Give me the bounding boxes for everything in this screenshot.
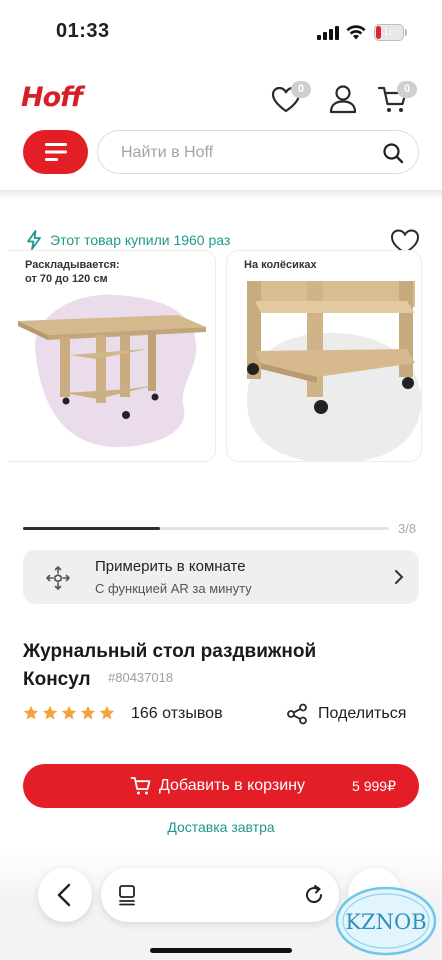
product-price: 5 999₽	[352, 778, 396, 794]
chevron-right-icon	[395, 570, 404, 584]
star-icon	[42, 705, 58, 720]
header-divider	[0, 190, 442, 200]
add-to-cart-label: Добавить в корзину	[159, 777, 306, 794]
gallery-counter: 3/8	[398, 521, 417, 536]
ar-subtitle: С функцией AR за минуту	[95, 581, 252, 596]
search-placeholder: Найти в Hoff	[121, 144, 214, 161]
product-image-card[interactable]: Раскладывается: от 70 до 120 см	[8, 250, 216, 462]
hoff-logo[interactable]: Hoff	[21, 82, 83, 113]
battery-tip	[405, 29, 407, 36]
rating-stars[interactable]	[23, 705, 115, 721]
status-bar: 01:33 16	[0, 0, 442, 62]
bought-count-banner: Этот товар купили 1960 раз	[26, 230, 230, 250]
product-title: Журнальный стол раздвижной Консул	[23, 638, 403, 694]
delivery-info: Доставка завтра	[167, 819, 275, 835]
star-icon	[61, 705, 77, 720]
star-icon	[80, 705, 96, 720]
ar-title: Примерить в комнате	[95, 558, 246, 575]
gallery-progress	[23, 527, 389, 530]
browser-address-bar[interactable]	[101, 868, 339, 922]
catalog-menu-button[interactable]	[23, 130, 88, 174]
star-icon	[99, 705, 115, 720]
watermark-text: KZNOB	[345, 910, 426, 934]
back-button[interactable]	[38, 868, 92, 922]
share-button[interactable]: Поделиться	[286, 703, 406, 725]
search-icon[interactable]	[382, 142, 404, 164]
favorites-badge: 0	[291, 81, 311, 98]
product-sku: #80437018	[108, 670, 174, 685]
ar-try-in-room-button[interactable]: Примерить в комнате С функцией AR за мин…	[23, 550, 419, 604]
search-field[interactable]: Найти в Hoff	[97, 130, 419, 174]
ar-icon	[46, 566, 70, 590]
wheeled-table-image	[247, 281, 421, 461]
gallery-progress-fill	[23, 527, 161, 530]
tabs-icon[interactable]	[117, 884, 139, 906]
watermark-logo: KZNOB	[335, 886, 437, 956]
lightning-icon	[27, 230, 41, 250]
home-indicator	[150, 948, 292, 953]
back-icon	[57, 883, 71, 907]
share-label: Поделиться	[318, 705, 407, 722]
add-to-cart-button[interactable]: Добавить в корзину 5 999₽	[23, 764, 419, 808]
cart-badge: 0	[397, 81, 417, 98]
folding-table-image	[18, 294, 206, 447]
product-title-line: Журнальный стол раздвижной	[23, 641, 317, 662]
star-icon	[23, 705, 39, 720]
product-title-line: Консул	[23, 669, 91, 690]
battery-level: 16	[382, 26, 396, 38]
menu-icon	[44, 143, 67, 161]
reviews-link[interactable]: 166 отзывов	[131, 705, 223, 723]
signal-icon	[317, 26, 339, 40]
product-image-card[interactable]: На колёсиках	[226, 250, 422, 462]
user-icon[interactable]	[327, 83, 359, 115]
share-icon	[287, 703, 307, 725]
bought-count-text: Этот товар купили 1960 раз	[50, 232, 231, 248]
reload-icon[interactable]	[303, 884, 325, 906]
battery-icon: 16	[374, 24, 404, 41]
status-time: 01:33	[56, 20, 110, 42]
wifi-icon	[346, 25, 366, 40]
cart-icon	[130, 777, 151, 795]
